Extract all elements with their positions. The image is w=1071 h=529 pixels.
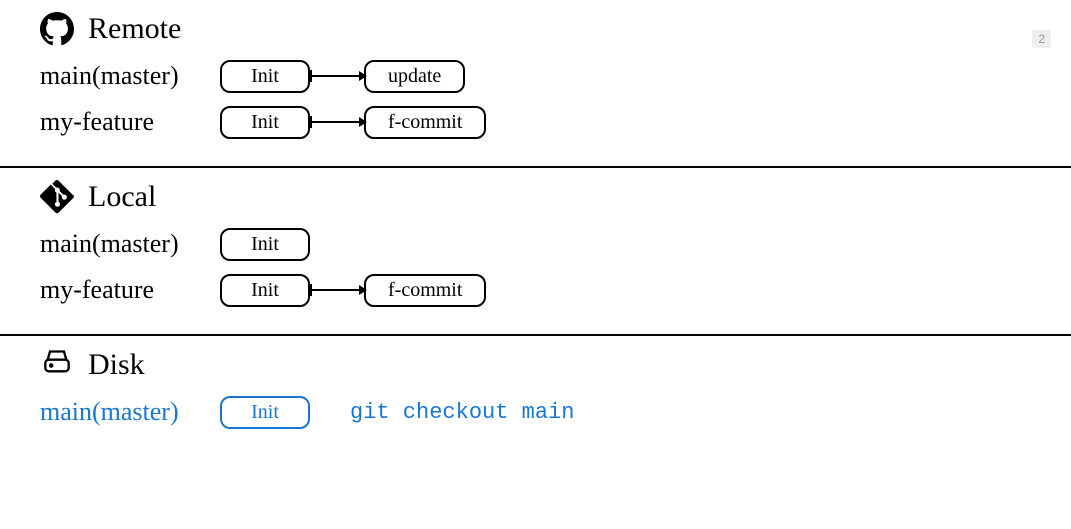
arrow-icon (310, 75, 366, 77)
commit-chain: Init update (220, 60, 465, 93)
local-section: Local main(master) Init my-feature Init … (0, 166, 1071, 334)
branch-label: my-feature (40, 107, 220, 137)
commit-node: f-commit (364, 274, 486, 307)
branch-label: main(master) (40, 229, 220, 259)
commit-chain: Init f-commit (220, 106, 486, 139)
remote-section: Remote main(master) Init update my-featu… (0, 0, 1071, 166)
commit-chain: Init (220, 396, 310, 429)
commit-chain: Init (220, 228, 310, 261)
commit-node: Init (220, 60, 310, 93)
disk-icon (40, 348, 74, 382)
remote-branch-feature: my-feature Init f-commit (40, 102, 1031, 142)
local-branch-main: main(master) Init (40, 224, 1031, 264)
local-title: Local (88, 180, 156, 214)
git-icon (40, 180, 74, 214)
commit-chain: Init f-commit (220, 274, 486, 307)
commit-node: update (364, 60, 465, 93)
commit-node: Init (220, 396, 310, 429)
branch-label: my-feature (40, 275, 220, 305)
local-header: Local (40, 180, 1031, 214)
arrow-icon (310, 289, 366, 291)
arrow-icon (310, 121, 366, 123)
commit-node: Init (220, 228, 310, 261)
disk-section: Disk main(master) Init git checkout main (0, 334, 1071, 456)
remote-header: Remote (40, 12, 1031, 46)
commit-node: Init (220, 274, 310, 307)
github-icon (40, 12, 74, 46)
disk-header: Disk (40, 348, 1031, 382)
page-number-badge: 2 (1032, 30, 1051, 48)
local-branch-feature: my-feature Init f-commit (40, 270, 1031, 310)
git-command: git checkout main (350, 400, 574, 425)
remote-title: Remote (88, 12, 181, 46)
disk-branch-main: main(master) Init git checkout main (40, 392, 1031, 432)
disk-title: Disk (88, 348, 145, 382)
branch-label: main(master) (40, 397, 220, 427)
commit-node: Init (220, 106, 310, 139)
remote-branch-main: main(master) Init update (40, 56, 1031, 96)
commit-node: f-commit (364, 106, 486, 139)
branch-label: main(master) (40, 61, 220, 91)
